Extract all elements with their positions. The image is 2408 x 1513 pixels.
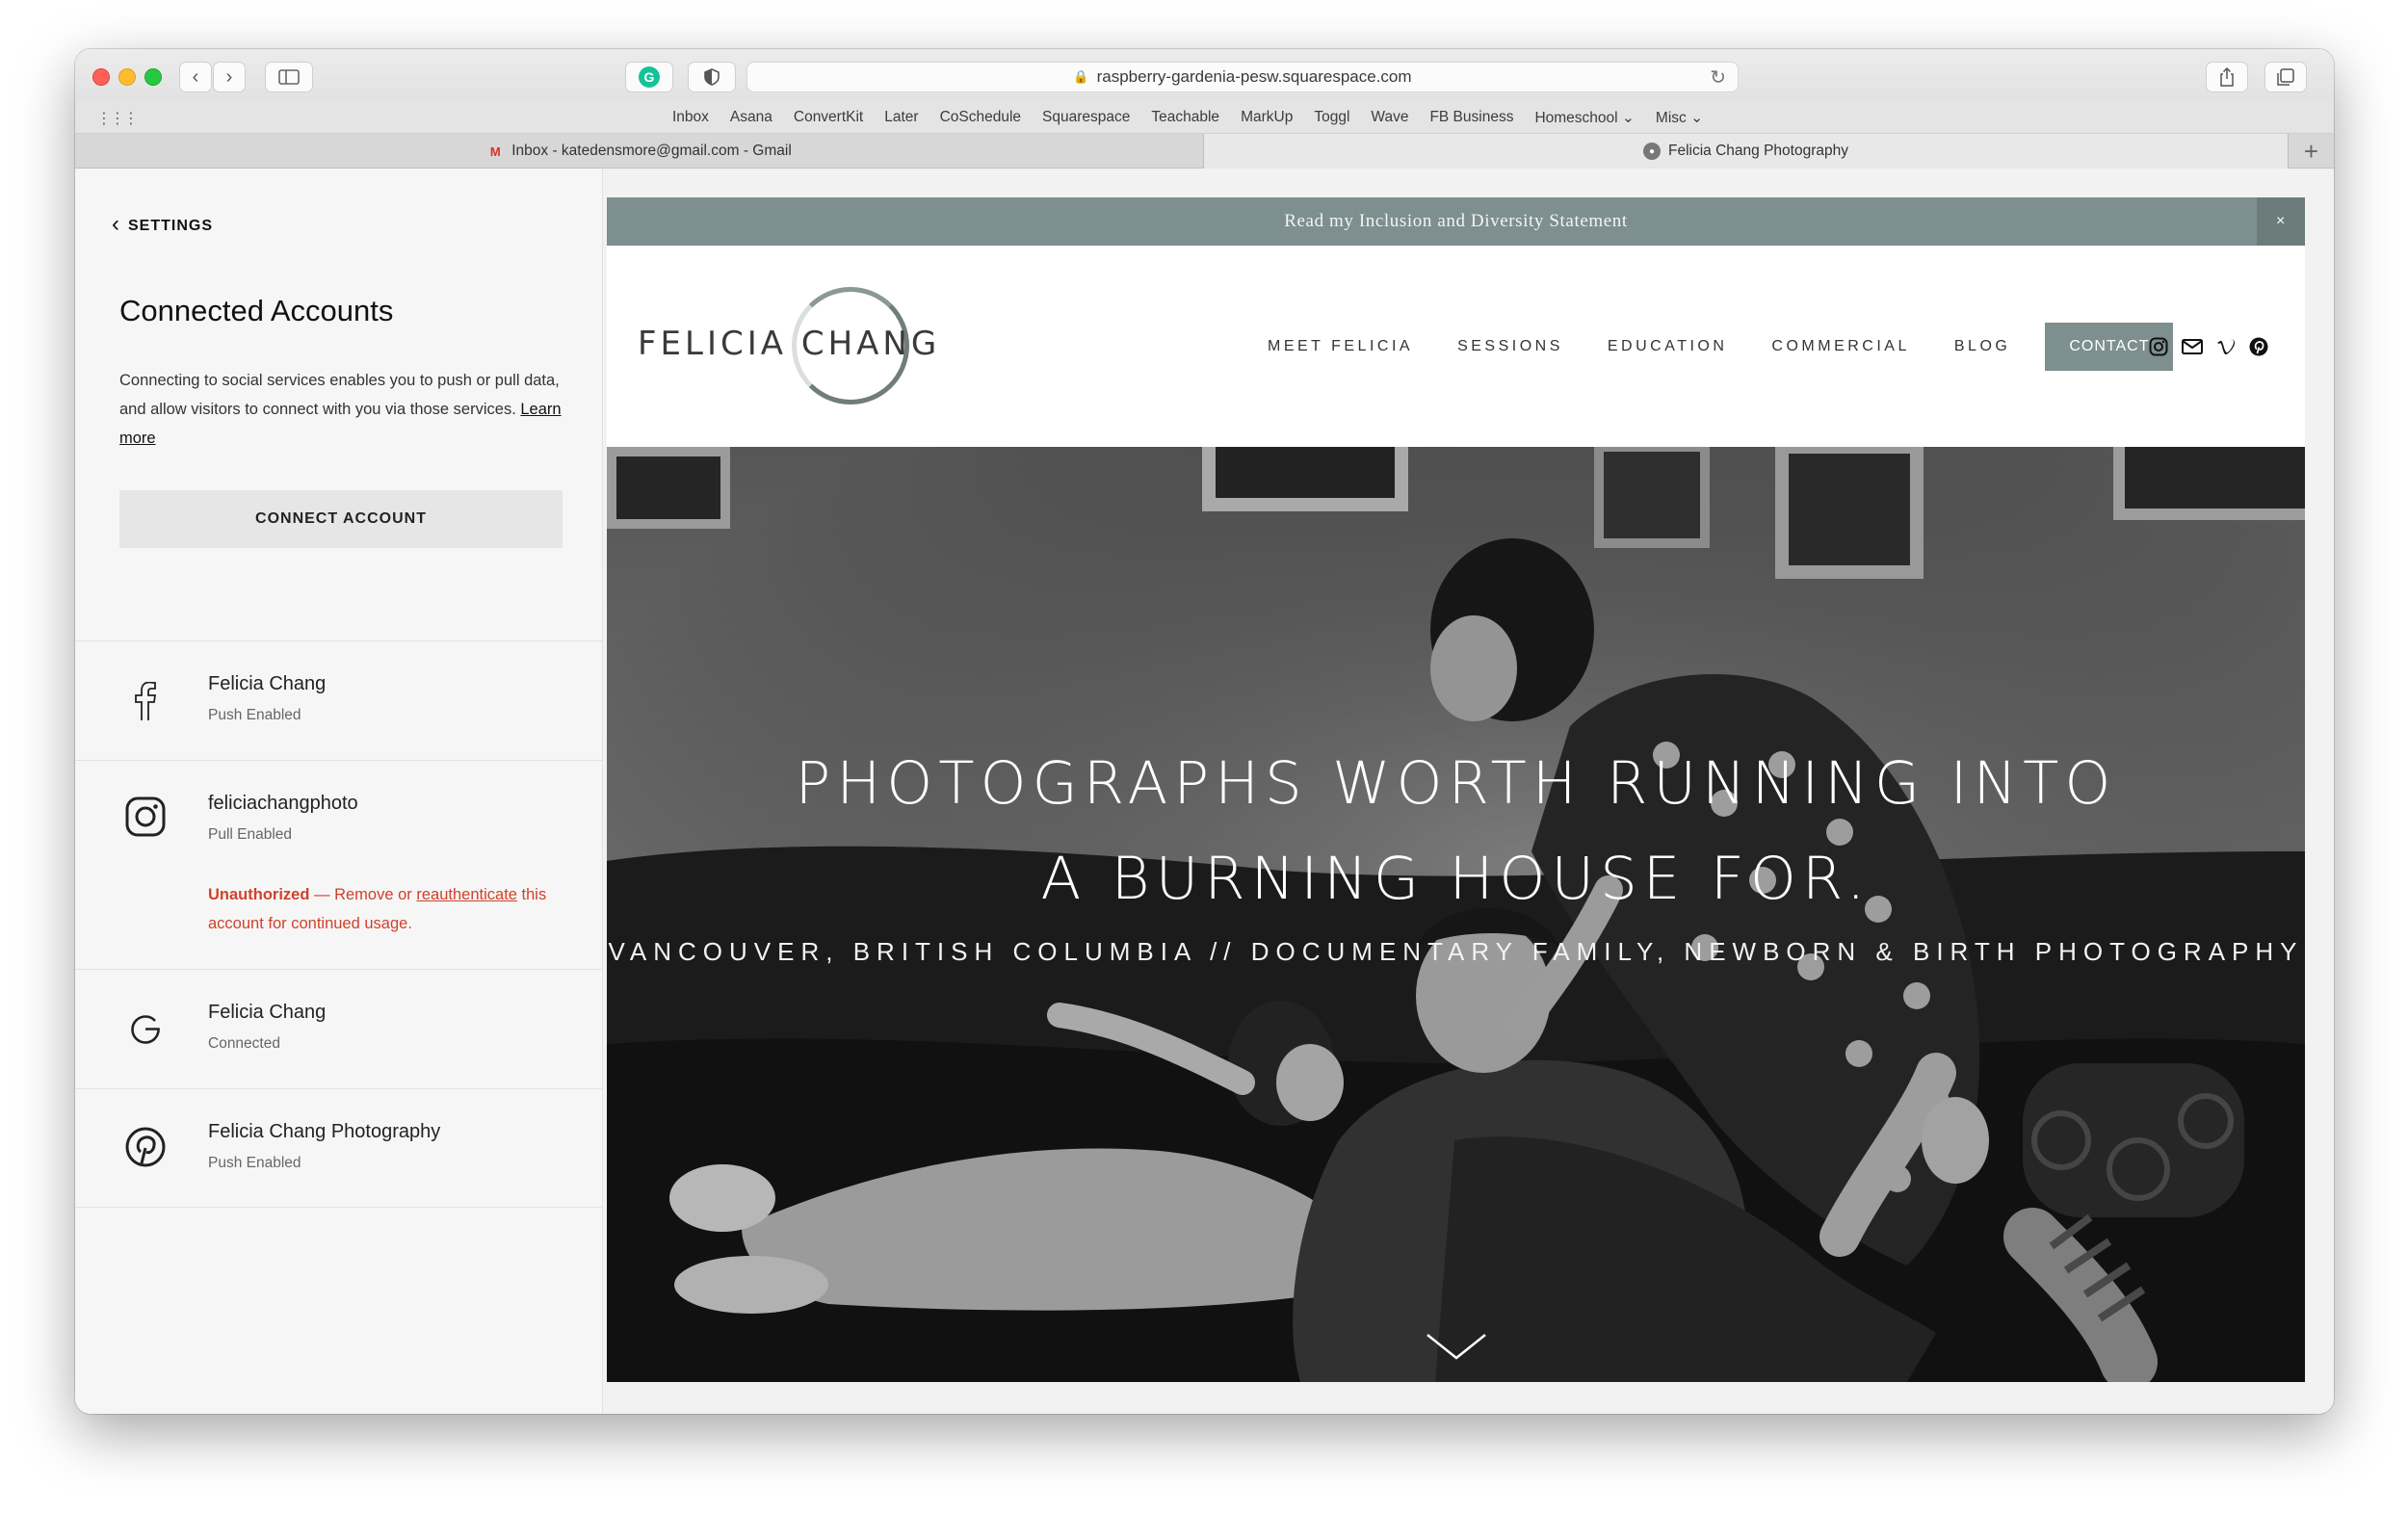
mail-icon[interactable]	[2182, 338, 2203, 354]
share-icon[interactable]	[2206, 62, 2248, 92]
bookmark-item[interactable]: FB Business	[1429, 109, 1513, 126]
site-nav: MEET FELICIA SESSIONS EDUCATION COMMERCI…	[1268, 246, 2174, 447]
account-row-instagram[interactable]: feliciachangphoto Pull Enabled Unauthori…	[75, 760, 603, 969]
sidebar-toggle-icon[interactable]	[265, 62, 313, 92]
logo-text: FELICIA CHANG	[638, 325, 941, 363]
panel-description: Connecting to social services enables yo…	[119, 366, 572, 453]
bookmark-item[interactable]: Wave	[1371, 109, 1408, 126]
instagram-icon	[124, 796, 167, 838]
account-status: Push Enabled	[208, 1155, 301, 1171]
bookmark-item[interactable]: Asana	[730, 109, 772, 126]
facebook-icon	[124, 680, 167, 722]
site-logo[interactable]: FELICIA CHANG	[638, 282, 965, 407]
lock-icon: 🔒	[1073, 69, 1089, 84]
bookmark-folder-homeschool[interactable]: Homeschool ⌄	[1534, 109, 1634, 127]
account-status: Pull Enabled	[208, 826, 293, 843]
bookmark-item[interactable]: CoSchedule	[940, 109, 1021, 126]
tab-felicia-chang[interactable]: ● Felicia Chang Photography	[1204, 134, 2288, 169]
site-preview: Read my Inclusion and Diversity Statemen…	[607, 197, 2305, 1382]
connect-account-button[interactable]: CONNECT ACCOUNT	[119, 490, 563, 548]
forward-icon[interactable]: ›	[213, 62, 246, 92]
bookmark-item[interactable]: MarkUp	[1241, 109, 1293, 126]
instagram-icon[interactable]	[2149, 337, 2168, 356]
apps-grid-icon[interactable]: ⋮⋮⋮	[96, 109, 139, 128]
google-icon	[124, 1008, 167, 1051]
panel-title: Connected Accounts	[119, 294, 394, 327]
announcement-bar[interactable]: Read my Inclusion and Diversity Statemen…	[607, 197, 2305, 246]
new-tab-icon[interactable]: +	[2288, 134, 2334, 169]
bookmark-item[interactable]: ConvertKit	[794, 109, 863, 126]
social-links	[2149, 246, 2268, 447]
privacy-shield-icon[interactable]	[688, 62, 736, 92]
vimeo-icon[interactable]	[2216, 338, 2236, 355]
tab-title: Inbox - katedensmore@gmail.com - Gmail	[511, 143, 792, 159]
nav-education[interactable]: EDUCATION	[1608, 338, 1728, 355]
bookmark-item[interactable]: Inbox	[672, 109, 709, 126]
back-label: SETTINGS	[128, 217, 214, 234]
settings-panel: ‹ SETTINGS Connected Accounts Connecting…	[75, 169, 603, 1414]
bookmarks-bar: ⋮⋮⋮ Inbox Asana ConvertKit Later CoSched…	[75, 101, 2334, 134]
bookmark-item[interactable]: Squarespace	[1042, 109, 1130, 126]
tab-overview-icon[interactable]	[2264, 62, 2307, 92]
minimize-window-button[interactable]	[118, 68, 136, 86]
reload-icon[interactable]: ↻	[1710, 65, 1726, 90]
description-text: Connecting to social services enables yo…	[119, 372, 560, 418]
page-content: ‹ SETTINGS Connected Accounts Connecting…	[75, 169, 2334, 1414]
browser-window: ‹ › G 🔒 raspberry-gardenia-pesw.squaresp…	[75, 49, 2334, 1414]
announcement-text: Read my Inclusion and Diversity Statemen…	[1284, 211, 1628, 231]
close-window-button[interactable]	[92, 68, 110, 86]
hero-section: PHOTOGRAPHS WORTH RUNNING INTO A BURNING…	[607, 447, 2305, 1382]
hero-headline: PHOTOGRAPHS WORTH RUNNING INTO A BURNING…	[607, 736, 2305, 926]
account-name: Felicia Chang Photography	[208, 1121, 441, 1142]
bookmark-item[interactable]: Teachable	[1151, 109, 1219, 126]
close-icon[interactable]: ×	[2257, 197, 2305, 246]
account-name: Felicia Chang	[208, 1002, 327, 1023]
hero-headline-line2: A BURNING HOUSE FOR.	[1040, 845, 1871, 913]
warning-strong: Unauthorized	[208, 886, 310, 903]
nav-meet-felicia[interactable]: MEET FELICIA	[1268, 338, 1413, 355]
site-favicon-icon: ●	[1643, 143, 1661, 160]
account-name: Felicia Chang	[208, 673, 327, 694]
reauthenticate-link[interactable]: reauthenticate	[416, 886, 517, 903]
hero-headline-line1: PHOTOGRAPHS WORTH RUNNING INTO	[795, 749, 2117, 818]
pinterest-icon	[124, 1126, 167, 1168]
tab-title: Felicia Chang Photography	[1668, 143, 1848, 159]
account-status: Connected	[208, 1035, 280, 1052]
scroll-down-chevron-icon[interactable]	[1426, 1331, 1487, 1362]
hero-subtitle: VANCOUVER, BRITISH COLUMBIA // DOCUMENTA…	[608, 937, 2304, 966]
unauthorized-warning: Unauthorized — Remove or reauthenticate …	[208, 880, 574, 938]
zoom-window-button[interactable]	[144, 68, 162, 86]
grammarly-extension-icon[interactable]: G	[625, 62, 673, 92]
bookmarks-list: Inbox Asana ConvertKit Later CoSchedule …	[672, 101, 1703, 134]
settings-back-button[interactable]: ‹ SETTINGS	[112, 211, 214, 238]
account-status: Push Enabled	[208, 707, 301, 723]
url-text: raspberry-gardenia-pesw.squarespace.com	[1096, 67, 1412, 86]
tab-bar: M Inbox - katedensmore@gmail.com - Gmail…	[75, 134, 2334, 169]
bookmark-item[interactable]: Later	[884, 109, 918, 126]
site-header: FELICIA CHANG MEET FELICIA SESSIONS EDUC…	[607, 246, 2305, 447]
pinterest-icon[interactable]	[2249, 337, 2268, 356]
chevron-left-icon: ‹	[112, 211, 120, 237]
account-name: feliciachangphoto	[208, 793, 358, 814]
account-row-facebook[interactable]: Felicia Chang Push Enabled	[75, 640, 603, 760]
nav-sessions[interactable]: SESSIONS	[1457, 338, 1563, 355]
bookmark-folder-misc[interactable]: Misc ⌄	[1656, 109, 1703, 127]
back-icon[interactable]: ‹	[179, 62, 212, 92]
nav-blog[interactable]: BLOG	[1954, 338, 2010, 355]
account-row-pinterest[interactable]: Felicia Chang Photography Push Enabled	[75, 1088, 603, 1208]
bookmark-item[interactable]: Toggl	[1314, 109, 1349, 126]
address-bar[interactable]: 🔒 raspberry-gardenia-pesw.squarespace.co…	[746, 62, 1739, 92]
account-row-google[interactable]: Felicia Chang Connected	[75, 969, 603, 1088]
warning-text: — Remove or	[309, 886, 417, 903]
title-bar: ‹ › G 🔒 raspberry-gardenia-pesw.squaresp…	[75, 49, 2334, 101]
nav-commercial[interactable]: COMMERCIAL	[1771, 338, 1909, 355]
gmail-icon: M	[489, 143, 501, 159]
tab-gmail[interactable]: M Inbox - katedensmore@gmail.com - Gmail	[75, 134, 1204, 169]
